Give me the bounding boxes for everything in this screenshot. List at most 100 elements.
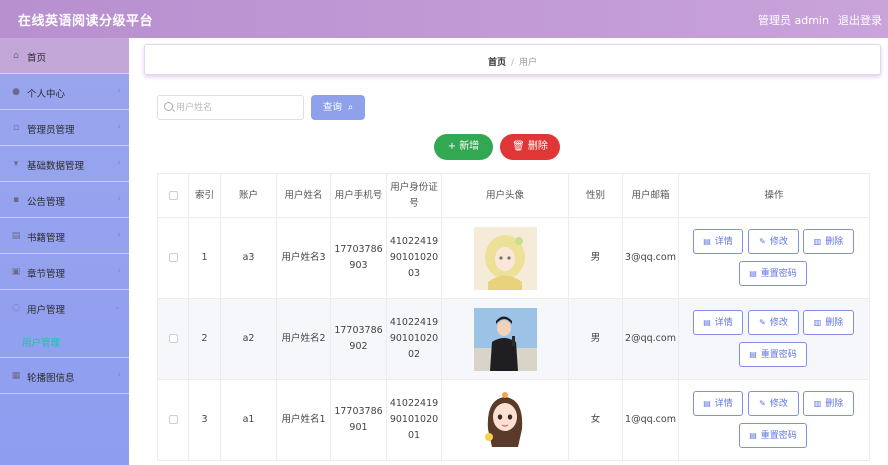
remove-button[interactable]: ▥ 删除 [803, 391, 854, 416]
reset-password-label: 重置密码 [760, 431, 797, 441]
cell-avatar [441, 379, 569, 461]
search-icon [164, 102, 173, 111]
row-checkbox[interactable] [168, 253, 178, 262]
chevron-right-icon: › [117, 158, 121, 168]
edit-button-label: 修改 [769, 399, 788, 409]
cell-index: 2 [188, 298, 221, 380]
reset-password-button[interactable]: ▤ 重置密码 [739, 423, 807, 448]
select-all-checkbox[interactable] [168, 190, 178, 200]
cell-id-card: 410224199010102001 [386, 379, 442, 461]
header-email: 用户邮箱 [622, 173, 679, 218]
sidebar-item-home[interactable]: ⌂ 首页 [0, 38, 129, 74]
header-select-all[interactable] [157, 173, 189, 218]
table-row: 2 a2 用户姓名2 17703786902 41022419901010200… [157, 298, 870, 380]
header-phone: 用户手机号 [330, 173, 387, 218]
cell-email: 3@qq.com [622, 217, 679, 299]
sidebar-item-books[interactable]: ▤ 书籍管理 › [0, 218, 129, 254]
header-name: 用户姓名 [276, 173, 331, 218]
row-checkbox[interactable] [168, 415, 178, 424]
avatar[interactable] [473, 388, 537, 452]
cell-name: 用户姓名3 [276, 217, 331, 299]
avatar[interactable] [473, 226, 537, 290]
home-icon: ⌂ [13, 51, 19, 61]
avatar[interactable] [473, 307, 537, 371]
table-header-row: 索引 账户 用户姓名 用户手机号 用户身份证号 用户头像 性别 用户邮箱 操作 [157, 173, 870, 218]
pencil-icon: ✎ [759, 399, 766, 408]
trash-icon: ▥ [813, 237, 822, 246]
detail-button[interactable]: ▤ 详情 [693, 391, 743, 416]
add-button[interactable]: + 新增 [434, 134, 493, 160]
cell-actions: ▤ 详情 ✎ 修改 ▥ 删除 ▤ 重置密码 [678, 379, 870, 461]
app-title: 在线英语阅读分级平台 [18, 14, 154, 29]
data-icon: ▾ [13, 159, 19, 169]
admin-label: 管理员 admin [758, 14, 829, 27]
sidebar-item-notices[interactable]: ▪ 公告管理 › [0, 182, 129, 218]
query-button[interactable]: 查询 ⌕ [311, 95, 365, 120]
cell-avatar [441, 217, 569, 299]
edit-button-label: 修改 [769, 318, 788, 328]
edit-button[interactable]: ✎ 修改 [748, 229, 799, 254]
remove-button-label: 删除 [825, 318, 844, 328]
header-index: 索引 [188, 173, 221, 218]
cell-name: 用户姓名2 [276, 298, 331, 380]
header-id-card: 用户身份证号 [386, 173, 442, 218]
delete-button[interactable]: 🗑 删除 [500, 134, 560, 160]
breadcrumb-separator: / [510, 58, 515, 68]
detail-button[interactable]: ▤ 详情 [693, 310, 743, 335]
sidebar-item-label: 基础数据管理 [27, 161, 85, 172]
row-checkbox[interactable] [168, 334, 178, 343]
row-select[interactable] [157, 379, 189, 461]
detail-button-label: 详情 [714, 237, 733, 247]
cell-index: 3 [188, 379, 221, 461]
trash-icon: ▥ [813, 399, 822, 408]
reset-password-label: 重置密码 [760, 350, 797, 360]
reset-password-button[interactable]: ▤ 重置密码 [739, 342, 807, 367]
sidebar-item-carousel[interactable]: ▦ 轮播图信息 › [0, 358, 129, 394]
plus-icon: + [447, 141, 457, 152]
cell-gender: 女 [568, 379, 623, 461]
query-button-label: 查询 [322, 102, 342, 113]
search-box [157, 95, 304, 120]
users-icon: ◌ [12, 303, 20, 313]
sidebar-item-users[interactable]: ◌ 用户管理 ⌄ [0, 290, 129, 326]
sidebar-subitem-users[interactable]: 用户管理 [0, 323, 129, 358]
remove-button[interactable]: ▥ 删除 [803, 229, 854, 254]
cell-email: 1@qq.com [622, 379, 679, 461]
cell-actions: ▤ 详情 ✎ 修改 ▥ 删除 ▤ 重置密码 [678, 217, 870, 299]
chevron-right-icon: › [117, 266, 121, 276]
add-button-label: 新增 [459, 141, 480, 152]
sidebar-item-profile[interactable]: ● 个人中心 › [0, 74, 129, 110]
row-select[interactable] [157, 217, 189, 299]
trash-icon: ▥ [813, 318, 822, 327]
cell-index: 1 [188, 217, 221, 299]
table-row: 3 a1 用户姓名1 17703786901 41022419901010200… [157, 379, 870, 461]
breadcrumb-home[interactable]: 首页 [488, 58, 506, 68]
edit-button[interactable]: ✎ 修改 [748, 310, 799, 335]
sidebar-item-chapters[interactable]: ▣ 章节管理 › [0, 254, 129, 290]
cell-avatar [441, 298, 569, 380]
top-bar: 在线英语阅读分级平台 管理员 admin 退出登录 [0, 0, 888, 38]
reset-password-button[interactable]: ▤ 重置密码 [739, 261, 807, 286]
edit-button-label: 修改 [769, 237, 788, 247]
sidebar-item-label: 用户管理 [27, 305, 66, 316]
cell-account: a1 [220, 379, 277, 461]
detail-button[interactable]: ▤ 详情 [693, 229, 743, 254]
cell-phone: 17703786901 [330, 379, 387, 461]
header-gender: 性别 [568, 173, 623, 218]
sidebar-item-label: 首页 [27, 53, 47, 64]
sidebar-item-basic-data[interactable]: ▾ 基础数据管理 › [0, 146, 129, 182]
cell-name: 用户姓名1 [276, 379, 331, 461]
admin-icon: ▫ [12, 123, 20, 133]
cell-account: a2 [220, 298, 277, 380]
sidebar-item-admins[interactable]: ▫ 管理员管理 › [0, 110, 129, 146]
carousel-icon: ▦ [11, 371, 21, 381]
detail-button-label: 详情 [714, 399, 733, 409]
remove-button[interactable]: ▥ 删除 [803, 310, 854, 335]
chevron-right-icon: › [117, 86, 121, 96]
logout-link[interactable]: 退出登录 [838, 12, 882, 28]
book-icon: ▤ [11, 231, 21, 241]
row-select[interactable] [157, 298, 189, 380]
edit-button[interactable]: ✎ 修改 [748, 391, 799, 416]
reset-password-label: 重置密码 [760, 269, 797, 279]
search-input[interactable] [176, 100, 296, 116]
